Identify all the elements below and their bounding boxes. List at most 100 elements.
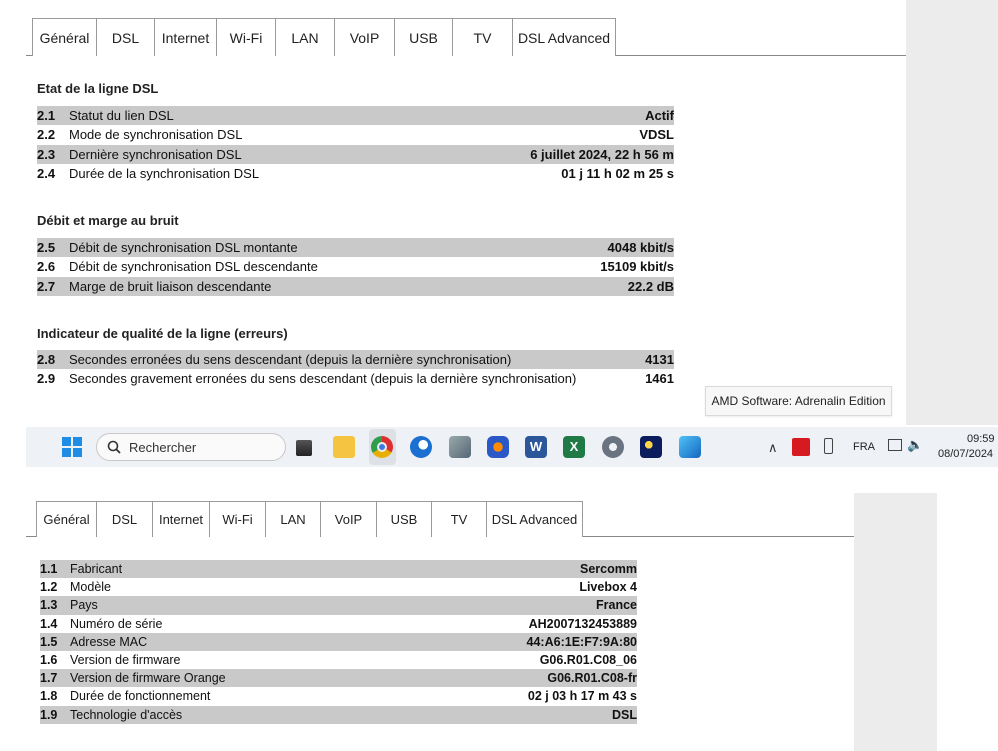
row-number: 1.6 <box>40 653 58 668</box>
tab-voip[interactable]: VoIP <box>334 18 395 56</box>
row-label: Débit de synchronisation DSL montante <box>69 240 298 256</box>
clock-date[interactable]: 08/07/2024 <box>938 448 993 460</box>
row-value: Sercomm <box>580 562 637 577</box>
row-number: 1.1 <box>40 562 58 577</box>
search-icon <box>107 440 121 454</box>
table-row: 1.1 Fabricant Sercomm <box>40 560 637 579</box>
tab-lan[interactable]: LAN <box>265 501 321 537</box>
table-row: 2.8 Secondes erronées du sens descendant… <box>37 350 674 370</box>
tab-dsl-advanced[interactable]: DSL Advanced <box>486 501 583 537</box>
row-number: 2.9 <box>37 371 56 387</box>
table-row: 1.3 Pays France <box>40 596 637 615</box>
side-panel-bottom <box>854 493 937 751</box>
row-value: 01 j 11 h 02 m 25 s <box>561 166 674 182</box>
table-row: 2.4 Durée de la synchronisation DSL 01 j… <box>37 164 674 183</box>
row-value: 4048 kbit/s <box>607 240 675 256</box>
table-row: 2.3 Dernière synchronisation DSL 6 juill… <box>37 144 674 164</box>
row-number: 1.5 <box>40 634 58 649</box>
section-title-rate-margin: Débit et marge au bruit <box>37 213 179 228</box>
row-label: Secondes erronées du sens descendant (de… <box>69 352 512 368</box>
app-icon-3[interactable] <box>640 436 662 458</box>
network-icon[interactable] <box>888 439 902 451</box>
table-row: 2.9 Secondes gravement erronées du sens … <box>37 369 674 388</box>
line-state-table: 2.1 Statut du lien DSL Actif 2.2 Mode de… <box>37 106 674 183</box>
row-number: 1.4 <box>40 616 58 631</box>
row-label: Pays <box>70 598 98 613</box>
row-value: DSL <box>612 707 637 722</box>
taskbar-search-box[interactable]: Rechercher <box>96 433 286 461</box>
row-label: Fabricant <box>70 562 123 577</box>
tab-lan[interactable]: LAN <box>275 18 335 56</box>
row-label: Mode de synchronisation DSL <box>69 127 243 143</box>
row-number: 1.2 <box>40 580 58 595</box>
row-number: 2.6 <box>37 259 56 275</box>
row-value: 02 j 03 h 17 m 43 s <box>527 689 637 704</box>
table-row: 1.7 Version de firmware Orange G06.R01.C… <box>40 669 637 688</box>
table-row: 1.6 Version de firmware G06.R01.C08_06 <box>40 651 637 669</box>
tab-usb[interactable]: USB <box>376 501 432 537</box>
table-row: 2.6 Débit de synchronisation DSL descend… <box>37 257 674 276</box>
row-label: Dernière synchronisation DSL <box>69 146 242 162</box>
dsl-tab-bar: Général DSL Internet Wi-Fi LAN VoIP USB … <box>26 18 906 57</box>
row-label: Version de firmware Orange <box>70 671 226 686</box>
tab-dsl[interactable]: DSL <box>96 18 155 57</box>
excel-icon[interactable]: X <box>563 436 585 458</box>
tab-tv[interactable]: TV <box>452 18 513 56</box>
thunderbird-icon[interactable] <box>410 436 432 458</box>
table-row: 1.8 Durée de fonctionnement 02 j 03 h 17… <box>40 687 637 705</box>
table-row: 1.2 Modèle Livebox 4 <box>40 578 637 596</box>
app-icon-2[interactable] <box>487 436 509 458</box>
tab-general[interactable]: Général <box>32 18 97 56</box>
amd-tray-icon[interactable] <box>792 438 810 456</box>
row-value: AH2007132453889 <box>528 616 637 631</box>
amd-software-tooltip: AMD Software: Adrenalin Edition <box>705 386 892 416</box>
tab-dsl-advanced[interactable]: DSL Advanced <box>512 18 616 56</box>
photos-icon[interactable] <box>679 436 701 458</box>
row-label: Technologie d'accès <box>70 707 183 722</box>
clock-time[interactable]: 09:59 <box>967 433 995 445</box>
row-number: 1.3 <box>40 598 58 613</box>
chevron-up-icon[interactable]: ∧ <box>768 440 778 456</box>
row-label: Modèle <box>70 580 111 595</box>
row-label: Durée de fonctionnement <box>70 689 211 704</box>
tab-voip[interactable]: VoIP <box>320 501 377 537</box>
row-label: Numéro de série <box>70 616 163 631</box>
row-number: 2.2 <box>37 127 56 143</box>
tab-usb[interactable]: USB <box>394 18 453 56</box>
tab-wifi[interactable]: Wi-Fi <box>216 18 276 56</box>
section-title-line-quality: Indicateur de qualité de la ligne (erreu… <box>37 326 288 341</box>
language-indicator[interactable]: FRA <box>853 441 875 453</box>
row-label: Statut du lien DSL <box>69 108 174 124</box>
table-row: 1.9 Technologie d'accès DSL <box>40 705 637 724</box>
tab-internet[interactable]: Internet <box>154 18 217 56</box>
word-icon[interactable]: W <box>525 436 547 458</box>
tab-internet[interactable]: Internet <box>152 501 210 537</box>
row-label: Adresse MAC <box>70 634 148 649</box>
file-explorer-icon[interactable] <box>333 436 355 458</box>
tab-general[interactable]: Général <box>36 501 97 538</box>
row-value: 4131 <box>645 352 674 368</box>
row-value: 44:A6:1E:F7:9A:80 <box>526 634 637 649</box>
search-placeholder: Rechercher <box>129 439 197 455</box>
task-view-icon[interactable] <box>296 440 312 456</box>
row-number: 2.5 <box>37 240 56 256</box>
section-title-line-state: Etat de la ligne DSL <box>37 81 159 96</box>
tab-dsl[interactable]: DSL <box>96 501 153 537</box>
general-info-table: 1.1 Fabricant Sercomm 1.2 Modèle Livebox… <box>40 560 637 724</box>
tab-tv[interactable]: TV <box>431 501 487 537</box>
app-icon-1[interactable] <box>449 436 471 458</box>
settings-gear-icon[interactable] <box>602 436 624 458</box>
tab-wifi[interactable]: Wi-Fi <box>209 501 266 537</box>
table-row: 2.2 Mode de synchronisation DSL VDSL <box>37 125 674 144</box>
row-number: 1.7 <box>40 671 58 686</box>
row-label: Durée de la synchronisation DSL <box>69 166 260 182</box>
table-row: 2.7 Marge de bruit liaison descendante 2… <box>37 276 674 296</box>
windows-start-icon[interactable] <box>62 437 82 457</box>
row-value: G06.R01.C08-fr <box>547 671 637 686</box>
row-value: Livebox 4 <box>579 580 637 595</box>
usb-tray-icon[interactable] <box>824 438 833 454</box>
table-row: 1.5 Adresse MAC 44:A6:1E:F7:9A:80 <box>40 632 637 651</box>
row-label: Débit de synchronisation DSL descendante <box>69 259 318 275</box>
table-row: 2.5 Débit de synchronisation DSL montant… <box>37 238 675 258</box>
volume-icon[interactable]: 🔈 <box>907 437 923 453</box>
